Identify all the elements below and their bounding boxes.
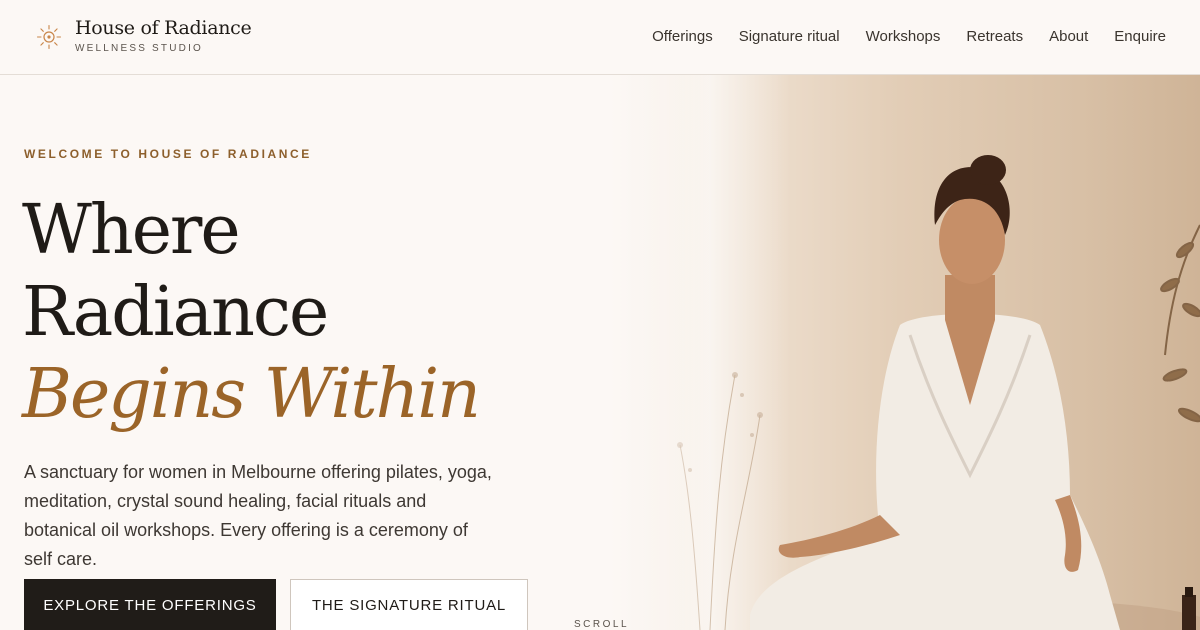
nav-item-enquire[interactable]: Enquire — [1114, 27, 1166, 47]
hero-eyebrow: WELCOME TO HOUSE OF RADIANCE — [24, 147, 312, 161]
signature-ritual-button[interactable]: THE SIGNATURE RITUAL — [290, 579, 528, 630]
scroll-indicator[interactable]: SCROLL — [574, 619, 629, 630]
brand-logo-link[interactable]: House of Radiance WELLNESS STUDIO — [36, 14, 252, 54]
explore-offerings-button[interactable]: EXPLORE THE OFFERINGS — [24, 579, 276, 630]
headline-accent: Begins Within — [22, 355, 481, 434]
sun-icon — [36, 24, 62, 50]
hero-headline: Where Radiance Begins Within — [22, 190, 582, 436]
nav-item-retreats[interactable]: Retreats — [966, 27, 1023, 47]
image-fade — [600, 75, 720, 630]
hero-description: A sanctuary for women in Melbourne offer… — [24, 462, 492, 569]
nav-item-offerings[interactable]: Offerings — [652, 27, 713, 47]
nav-item-signature-ritual[interactable]: Signature ritual — [739, 27, 840, 47]
site-header: House of Radiance WELLNESS STUDIO Offeri… — [0, 0, 1200, 75]
headline-line-2: Radiance — [22, 273, 329, 352]
brand-tagline: WELLNESS STUDIO — [75, 43, 204, 54]
hero-image — [600, 75, 1200, 630]
brand-name: House of Radiance — [75, 17, 252, 39]
nav-item-workshops[interactable]: Workshops — [866, 27, 941, 47]
headline-line-1: Where — [22, 191, 241, 270]
main-nav: Offerings Signature ritual Workshops Ret… — [626, 27, 1166, 47]
brand-text: House of Radiance WELLNESS STUDIO — [75, 14, 252, 54]
nav-item-about[interactable]: About — [1049, 27, 1088, 47]
